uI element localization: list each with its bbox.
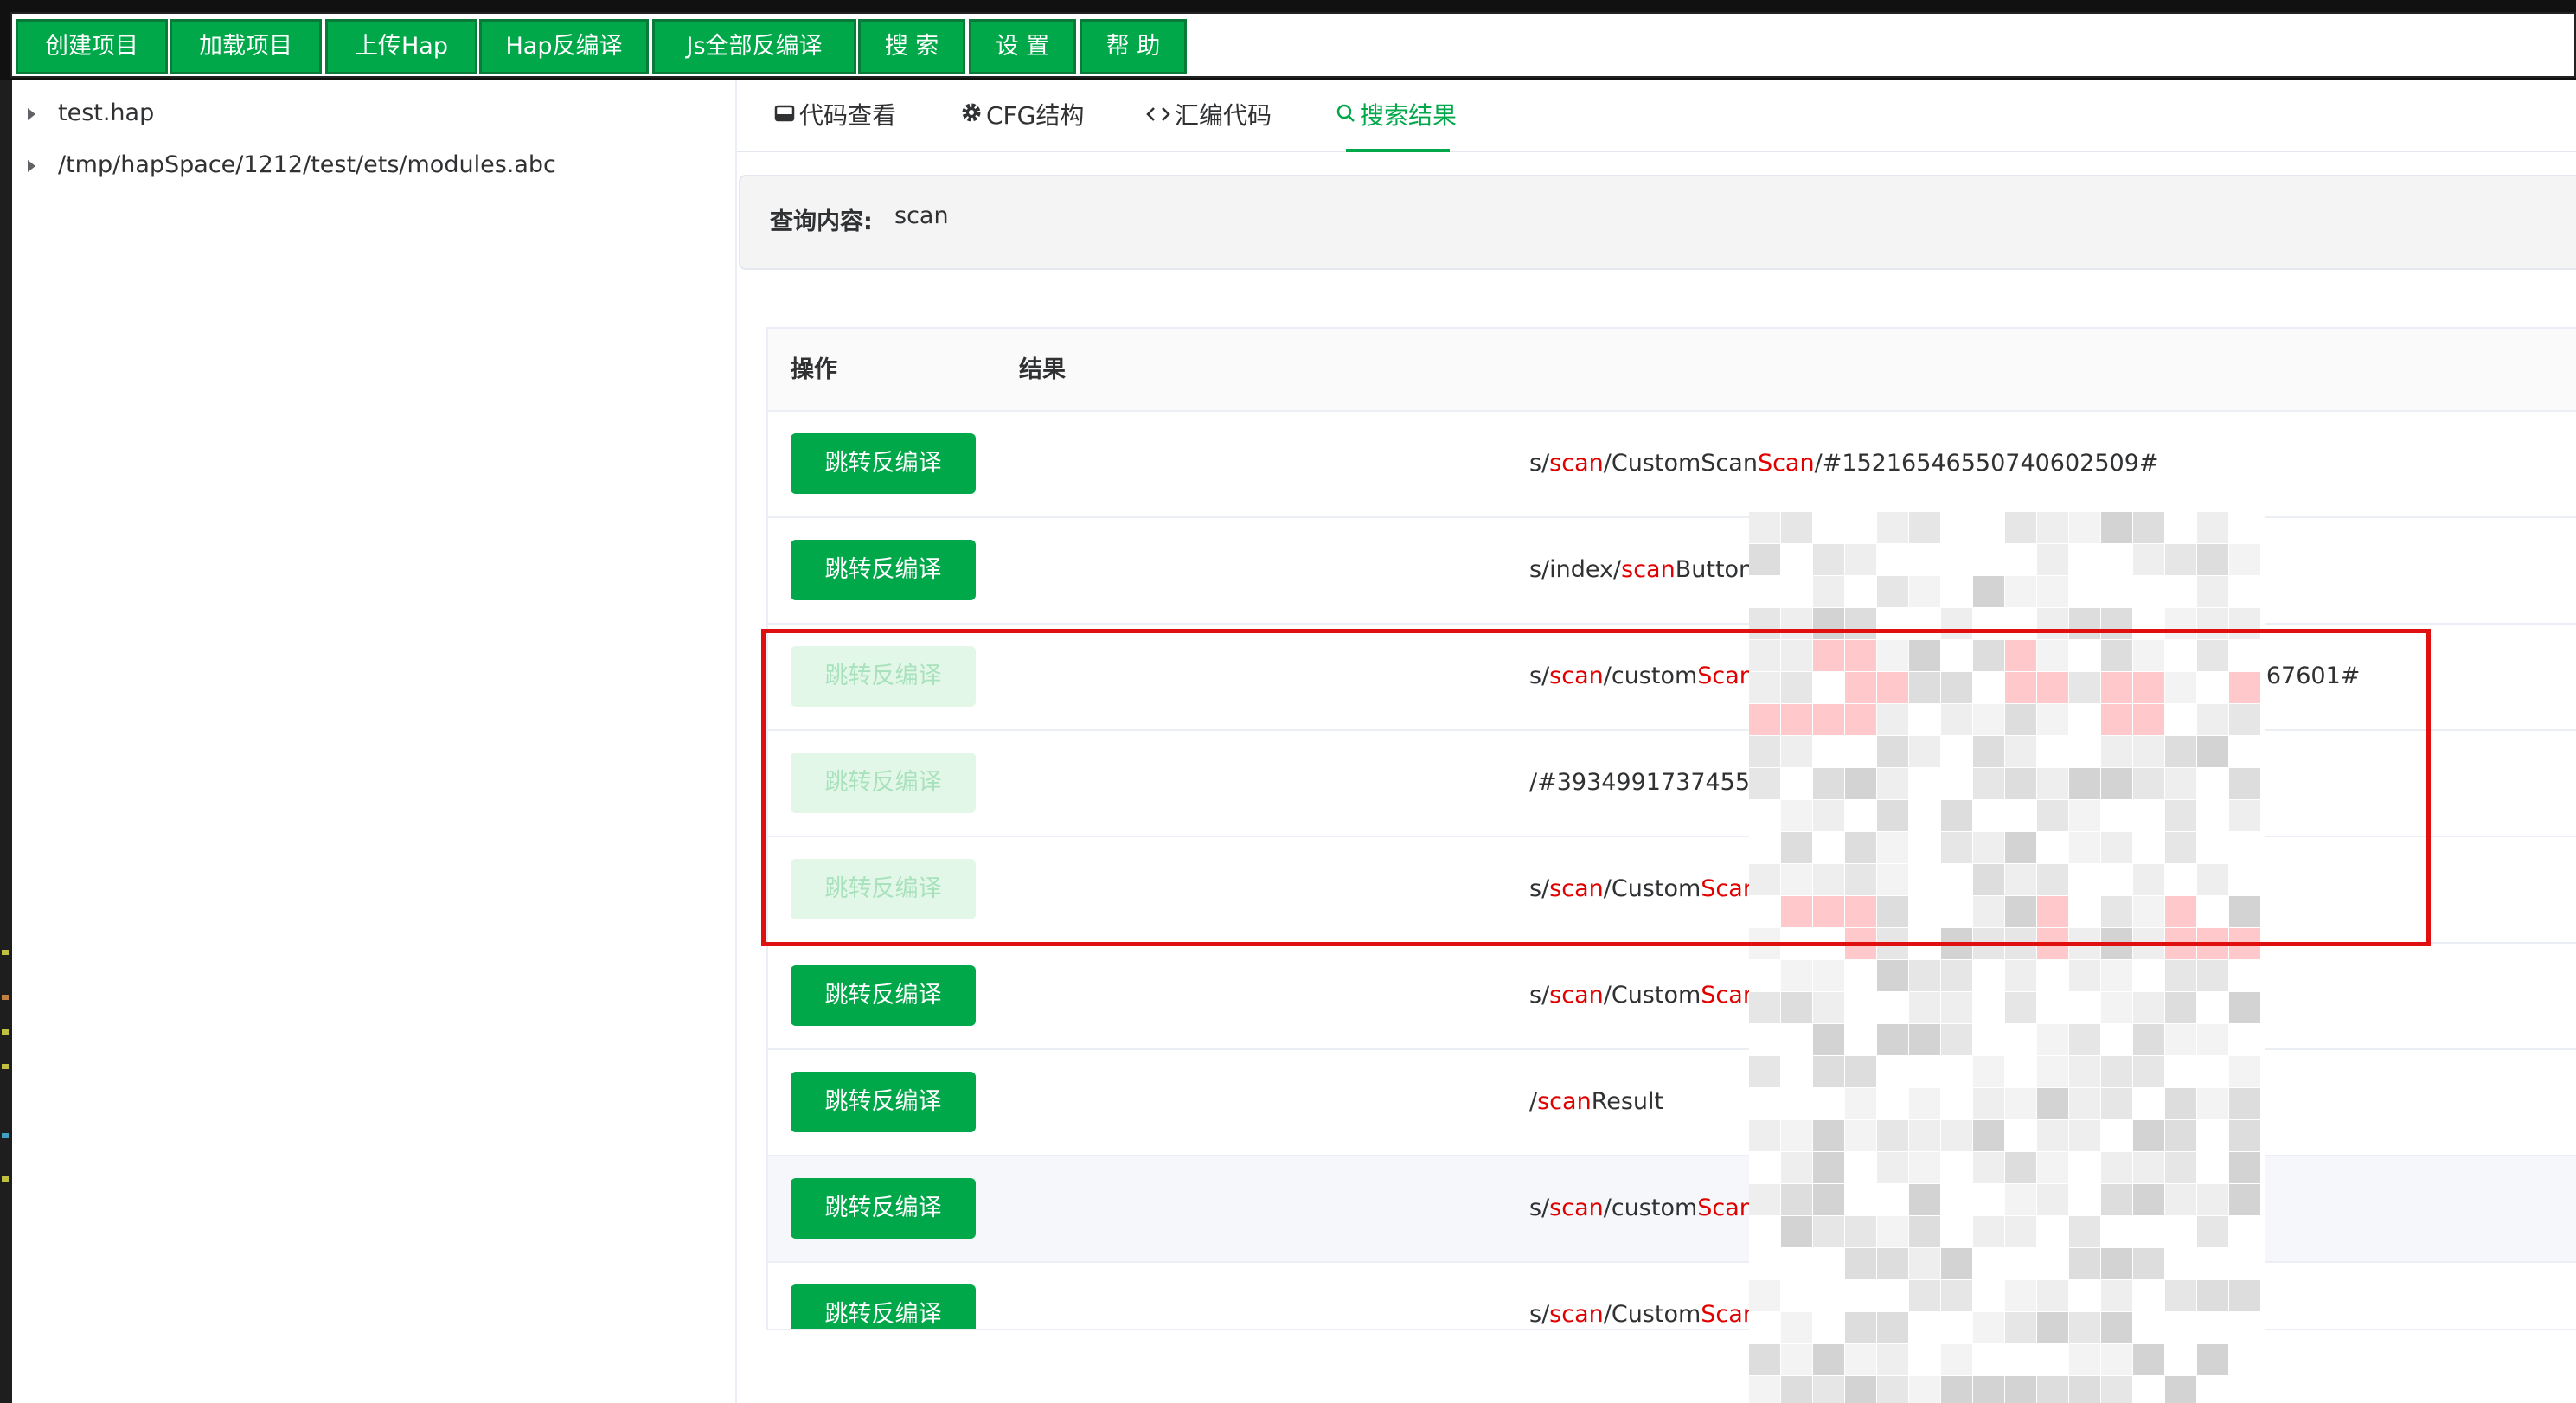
query-panel: 查询内容: scan	[739, 175, 2576, 270]
column-header-result: 结果	[1019, 356, 1066, 383]
jump-decompile-button[interactable]: 跳转反编译	[791, 433, 976, 494]
toolbar-buttons-row: 创建项目 加载项目 上传Hap Hap反编译 Js全部反编译 搜 索 设 置 帮…	[10, 12, 2576, 78]
top-toolbar: 创建项目 加载项目 上传Hap Hap反编译 Js全部反编译 搜 索 设 置 帮…	[0, 0, 2576, 80]
jump-decompile-button[interactable]: 跳转反编译	[791, 859, 976, 919]
search-button[interactable]: 搜 索	[858, 19, 965, 74]
redacted-area	[1749, 512, 2265, 1403]
query-label: 查询内容:	[770, 208, 873, 235]
table-row: 跳转反编译s/index/scanButton/func_main_0	[768, 518, 2576, 625]
upload-hap-button[interactable]: 上传Hap	[325, 19, 477, 74]
tree-node-test-hap[interactable]: test.hap	[28, 92, 154, 135]
tab-code-view[interactable]: 代码查看	[773, 90, 896, 142]
caret-right-icon[interactable]	[28, 107, 35, 120]
results-table: 操作 结果 跳转反编译 s/scan/CustomScanScan/#152165…	[766, 327, 2576, 1330]
settings-button[interactable]: 设 置	[969, 19, 1076, 74]
tab-label: 汇编代码	[1175, 101, 1272, 130]
hap-decompile-button[interactable]: Hap反编译	[479, 19, 649, 74]
gear-icon	[960, 90, 983, 142]
gutter-mark	[2, 950, 9, 955]
jump-decompile-button[interactable]: 跳转反编译	[791, 646, 976, 707]
jump-decompile-button[interactable]: 跳转反编译	[791, 1178, 976, 1239]
table-header: 操作 结果	[768, 329, 2576, 412]
tab-search-results[interactable]: 搜索结果	[1336, 90, 1457, 142]
main-panel: 代码查看 CFG结构 汇编代码 搜索结果 查询内容: scan 操作 结果 跳转…	[737, 80, 2576, 1403]
column-header-action: 操作	[791, 356, 837, 383]
editor-gutter	[0, 80, 12, 1403]
tab-label: 搜索结果	[1360, 101, 1458, 130]
code-icon	[1145, 90, 1171, 142]
table-row: 跳转反编译 s/scan/CustomScanScan/#152165465507…	[768, 412, 2576, 518]
jump-decompile-button[interactable]: 跳转反编译	[791, 540, 976, 600]
table-row: 跳转反编译s/scan/customScanDefault/view/ScanT…	[768, 625, 2576, 731]
tab-label: CFG结构	[986, 101, 1085, 130]
table-row: 跳转反编译s/scan/CustomScan/#3257809185818083…	[768, 944, 2576, 1050]
result-path: /scanResult	[1529, 1088, 1664, 1115]
tab-assembly-code[interactable]: 汇编代码	[1145, 90, 1272, 142]
tab-bar: 代码查看 CFG结构 汇编代码 搜索结果	[737, 80, 2576, 152]
table-row: 跳转反编译s/scan/customScanDefault/view/ScanT…	[768, 1156, 2576, 1263]
tree-node-label: test.hap	[58, 99, 155, 126]
search-icon	[1336, 90, 1356, 142]
tree-node-modules-abc[interactable]: /tmp/hapSpace/1212/test/ets/modules.abc	[28, 144, 556, 187]
help-button[interactable]: 帮 助	[1080, 19, 1187, 74]
file-tree: test.hap /tmp/hapSpace/1212/test/ets/mod…	[12, 80, 737, 1403]
app-window: 创建项目 加载项目 上传Hap Hap反编译 Js全部反编译 搜 索 设 置 帮…	[0, 0, 2576, 1403]
active-tab-indicator	[1346, 149, 1450, 152]
gutter-mark	[2, 995, 9, 1000]
create-project-button[interactable]: 创建项目	[16, 19, 168, 74]
gutter-mark	[2, 1176, 9, 1182]
query-value: scan	[894, 202, 949, 229]
tree-node-label: /tmp/hapSpace/1212/test/ets/modules.abc	[58, 151, 556, 178]
result-path: s/scan/CustomScanScan/#15216546550740602…	[1529, 450, 2159, 477]
hdd-icon	[773, 90, 796, 142]
load-project-button[interactable]: 加载项目	[170, 19, 322, 74]
tab-cfg-structure[interactable]: CFG结构	[960, 90, 1084, 142]
table-row: 跳转反编译/#3934991737455598629#paramsLambda	[768, 731, 2576, 837]
js-decompile-all-button[interactable]: Js全部反编译	[652, 19, 856, 74]
table-row: 跳转反编译s/scan/CustomScan/startCustomScan	[768, 837, 2576, 944]
gutter-mark	[2, 1029, 9, 1035]
tab-label: 代码查看	[799, 101, 897, 130]
jump-decompile-button[interactable]: 跳转反编译	[791, 1284, 976, 1329]
jump-decompile-button[interactable]: 跳转反编译	[791, 1072, 976, 1132]
gutter-mark	[2, 1064, 9, 1069]
table-row: 跳转反编译/scanResult	[768, 1050, 2576, 1156]
gutter-mark	[2, 1133, 9, 1138]
jump-decompile-button[interactable]: 跳转反编译	[791, 965, 976, 1026]
table-row: 跳转反编译s/scan/CustomScan/setWindowSize	[768, 1263, 2576, 1329]
jump-decompile-button[interactable]: 跳转反编译	[791, 753, 976, 813]
caret-right-icon[interactable]	[28, 159, 35, 172]
